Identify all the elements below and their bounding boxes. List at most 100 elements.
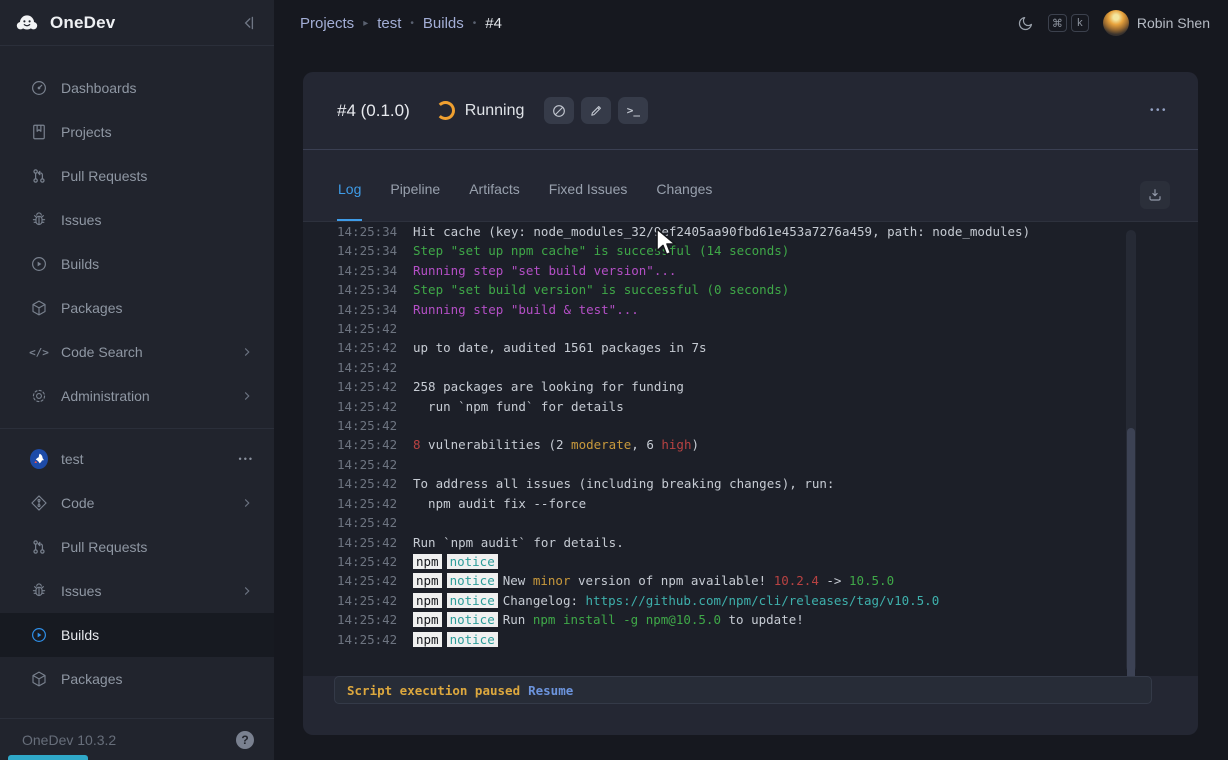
tab-changes[interactable]: Changes [655, 150, 713, 221]
project-item-issues[interactable]: Issues [0, 569, 274, 613]
log-segment: run `npm fund` for details [413, 399, 624, 414]
sidebar-item-builds[interactable]: Builds [0, 242, 274, 286]
log-scrollbar-thumb[interactable] [1127, 428, 1135, 676]
more-options-button[interactable]: ••• [1150, 105, 1168, 116]
chevron-right-icon [240, 345, 254, 359]
log-lines: 14:25:34 Hit cache (key: node_modules_32/… [337, 222, 1198, 649]
sidebar-item-administration[interactable]: Administration [0, 374, 274, 418]
project-item-pull-requests[interactable]: Pull Requests [0, 525, 274, 569]
log-timestamp: 14:25:42 [337, 338, 398, 357]
log-message: up to date, audited 1561 packages in 7s [413, 338, 707, 357]
log-segment: Run [503, 612, 533, 627]
breadcrumb-builds[interactable]: Builds [423, 15, 464, 32]
web-terminal-button[interactable]: >_ [618, 97, 648, 124]
log-timestamp: 14:25:42 [337, 358, 398, 377]
project-options-button[interactable]: ••• [239, 454, 254, 464]
log-timestamp: 14:25:42 [337, 591, 398, 610]
edit-build-button[interactable] [581, 97, 611, 124]
sidebar-main-nav: DashboardsProjectsPull Requests Issues Bui… [0, 46, 274, 418]
tab-fixed-issues[interactable]: Fixed Issues [548, 150, 629, 221]
log-timestamp: 14:25:42 [337, 435, 398, 454]
log-line: 14:25:42 [337, 455, 1198, 474]
download-log-button[interactable] [1140, 181, 1170, 209]
bottom-edge-accent [8, 755, 88, 760]
sidebar-item-label: Issues [61, 212, 254, 228]
log-timestamp: 14:25:42 [337, 630, 398, 649]
log-segment: notice [447, 593, 498, 608]
breadcrumb--4: #4 [485, 15, 502, 32]
log-line: 14:25:42npmnoticeNew minor version of np… [337, 571, 1198, 590]
tab-log[interactable]: Log [337, 150, 362, 221]
chevron-right-icon [240, 496, 254, 510]
log-timestamp: 14:25:42 [337, 533, 398, 552]
breadcrumb-dot-icon: • [473, 18, 477, 29]
breadcrumb: Projects▸test•Builds•#4 [300, 15, 502, 32]
app-root: OneDev DashboardsProjectsPull RequestsIs… [0, 0, 1228, 760]
sidebar-item-label: Issues [61, 583, 240, 599]
build-card: #4 (0.1.0) Running >_ ••• LogPipelineArt… [303, 72, 1198, 735]
log-timestamp: 14:25:34 [337, 261, 398, 280]
project-item-packages[interactable]: Packages [0, 657, 274, 701]
sidebar-item-dashboards[interactable]: Dashboards [0, 66, 274, 110]
cancel-build-button[interactable] [544, 97, 574, 124]
log-timestamp: 14:25:42 [337, 513, 398, 532]
sidebar-item-code-search[interactable]: </>Code Search [0, 330, 274, 374]
gauge-icon [30, 79, 48, 97]
log-timestamp: 14:25:34 [337, 300, 398, 319]
project-item-test[interactable]: test••• [0, 437, 274, 481]
package-icon [30, 670, 48, 688]
log-segment: npm [413, 612, 442, 627]
log-segment: 258 packages are looking for funding [413, 379, 684, 394]
breadcrumb-test[interactable]: test [377, 15, 401, 32]
log-timestamp: 14:25:34 [337, 222, 398, 241]
pull-request-icon [30, 167, 48, 185]
log-timestamp: 14:25:42 [337, 416, 398, 435]
log-segment: moderate [571, 437, 631, 452]
sidebar-item-label: Builds [61, 256, 254, 272]
sidebar-item-issues[interactable]: Issues [0, 198, 274, 242]
dark-mode-toggle-icon[interactable] [1017, 15, 1034, 32]
user-name[interactable]: Robin Shen [1137, 15, 1210, 31]
log-line: 14:25:42Run `npm audit` for details. [337, 533, 1198, 552]
log-segment: minor [533, 573, 571, 588]
project-item-builds[interactable]: Builds [0, 613, 274, 657]
user-avatar[interactable] [1103, 10, 1129, 36]
log-segment: high [661, 437, 691, 452]
tab-pipeline[interactable]: Pipeline [389, 150, 441, 221]
log-message: npmnoticeChangelog: https://github.com/n… [413, 591, 939, 610]
sidebar-item-label: Builds [61, 627, 254, 643]
help-icon[interactable]: ? [236, 731, 254, 749]
log-line: 14:25:42 up to date, audited 1561 package… [337, 338, 1198, 357]
sidebar-divider [0, 428, 274, 429]
breadcrumb-projects[interactable]: Projects [300, 15, 354, 32]
log-message: Step "set up npm cache" is successful (1… [413, 241, 789, 260]
log-line: 14:25:42 run `npm fund` for details [337, 397, 1198, 416]
log-line: 14:25:428 vulnerabilities (2 moderate, 6… [337, 435, 1198, 454]
play-circle-icon [30, 626, 48, 644]
log-scrollbar-track[interactable] [1126, 230, 1136, 672]
shortcut-keys: ⌘k [1048, 14, 1093, 32]
sidebar-collapse-icon[interactable] [240, 14, 258, 32]
sidebar-item-packages[interactable]: Packages [0, 286, 274, 330]
log-timestamp: 14:25:42 [337, 319, 398, 338]
project-item-code[interactable]: Code [0, 481, 274, 525]
sidebar-item-projects[interactable]: Projects [0, 110, 274, 154]
log-segment: Hit cache (key: node_modules_32/9ef2405a… [413, 224, 1030, 239]
log-line: 14:25:42 [337, 358, 1198, 377]
sidebar-item-label: Packages [61, 300, 254, 316]
log-timestamp: 14:25:42 [337, 610, 398, 629]
topbar: Projects▸test•Builds•#4 ⌘k Robin Shen [274, 0, 1228, 46]
sidebar-item-label: Code Search [61, 344, 240, 360]
log-segment: notice [447, 554, 498, 569]
log-timestamp: 14:25:42 [337, 377, 398, 396]
log-timestamp: 14:25:42 [337, 474, 398, 493]
log-segment: Running step "set build version"... [413, 263, 676, 278]
package-icon [30, 299, 48, 317]
resume-link[interactable]: Resume [528, 683, 573, 698]
sidebar-item-pull-requests[interactable]: Pull Requests [0, 154, 274, 198]
log-segment: version of npm available! [570, 573, 773, 588]
log-message: Step "set build version" is successful (… [413, 280, 789, 299]
build-status: Running [465, 102, 525, 120]
tab-artifacts[interactable]: Artifacts [468, 150, 521, 221]
build-actions: >_ [544, 97, 655, 124]
